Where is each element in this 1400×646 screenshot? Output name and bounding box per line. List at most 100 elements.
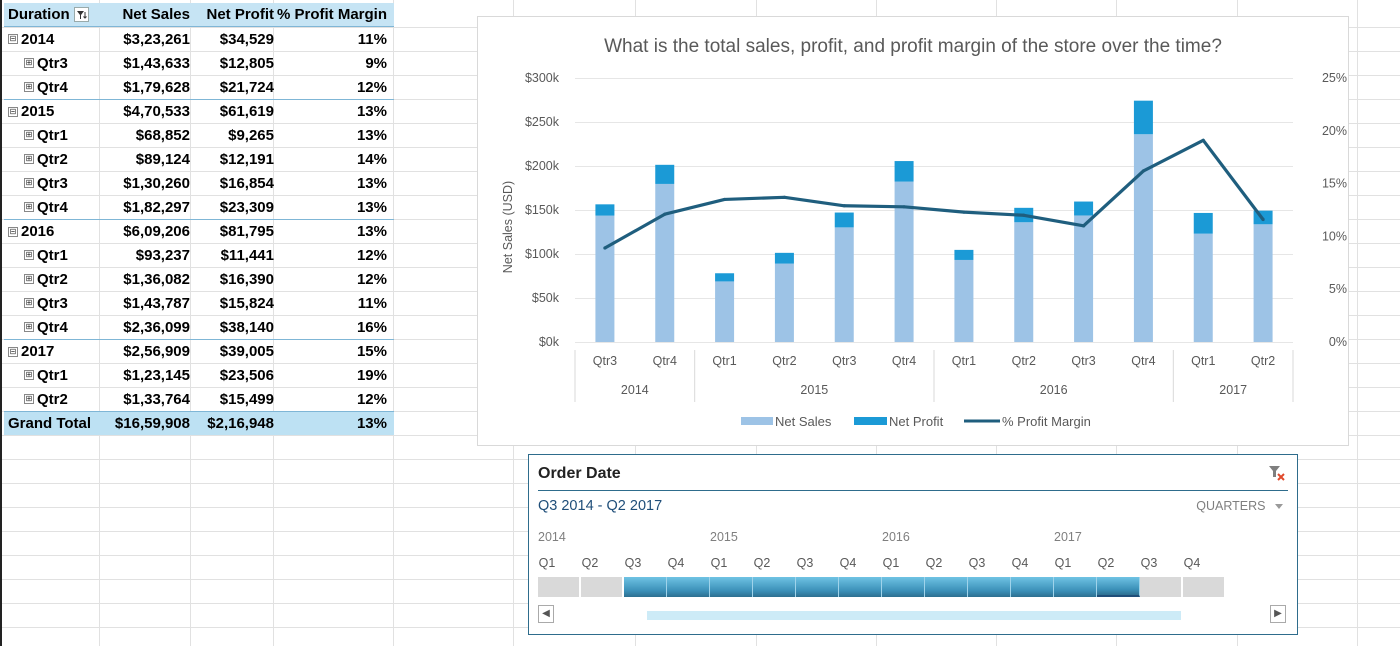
expand-icon[interactable]: ⊞	[24, 178, 34, 188]
combo-chart[interactable]: What is the total sales, profit, and pro…	[477, 16, 1349, 446]
profit-margin-cell: 19%	[356, 366, 387, 384]
duration-label: Qtr1	[37, 366, 68, 384]
order-date-timeline[interactable]: Order Date Q3 2014 - Q2 2017 QUARTERS ◀ …	[528, 454, 1298, 635]
profit-margin-point	[1022, 213, 1026, 217]
timeline-header-rule	[538, 490, 1288, 491]
timeline-period-selected[interactable]	[667, 577, 710, 597]
collapse-icon[interactable]: ⊟	[8, 226, 18, 237]
pivot-year-row: ⊟ 2015 $4,70,533 $61,619 13%	[4, 99, 394, 123]
collapse-icon[interactable]: ⊟	[8, 34, 18, 44]
collapse-icon[interactable]: ⊟	[8, 346, 18, 357]
duration-label: Qtr3	[37, 294, 68, 312]
pivot-table: Duration Net Sales Net Profit % Profit M…	[4, 3, 394, 435]
scroll-right-icon: ▶	[1274, 608, 1282, 619]
y-tick-label: $200k	[525, 159, 560, 173]
profit-margin-cell: 16%	[356, 318, 387, 336]
timeline-quarter-label: Q2	[925, 556, 943, 570]
y-tick-label: $0k	[539, 335, 560, 349]
expand-icon[interactable]: ⊞	[24, 370, 34, 380]
legend-swatch	[964, 419, 1000, 423]
duration-label: Qtr4	[37, 78, 68, 96]
year-group-label: 2016	[1040, 383, 1068, 397]
duration-cell: ⊞ Qtr4	[4, 319, 100, 336]
x-tick-label: Qtr4	[653, 354, 677, 368]
expand-icon[interactable]: ⊞	[24, 298, 34, 308]
clear-filter-button[interactable]	[1267, 463, 1287, 483]
timeline-period-selected[interactable]	[796, 577, 839, 597]
timeline-period-selected[interactable]	[925, 577, 968, 597]
duration-label: Qtr3	[37, 54, 68, 72]
net-profit-cell: $12,805	[219, 54, 274, 72]
timeline-scroll-right-button[interactable]: ▶	[1270, 605, 1286, 623]
grand-total-label: Grand Total	[8, 415, 92, 432]
duration-cell: ⊞ Qtr4	[4, 199, 100, 216]
timeline-range-label: Q3 2014 - Q2 2017	[538, 498, 663, 514]
y2-tick-label: 10%	[1322, 229, 1347, 243]
net-sales-bar	[655, 183, 675, 342]
net-profit-cell: $39,005	[219, 343, 274, 360]
timeline-period-selected[interactable]	[1097, 577, 1140, 597]
timeline-quarter-label: Q1	[1054, 556, 1072, 570]
duration-header-label: Duration	[8, 6, 70, 23]
timeline-period[interactable]	[581, 577, 624, 597]
duration-label: Qtr4	[37, 198, 68, 216]
duration-label: Qtr1	[37, 246, 68, 264]
grand-total-margin: 13%	[356, 415, 387, 432]
net-profit-cell: $81,795	[219, 223, 274, 240]
expand-icon[interactable]: ⊞	[24, 274, 34, 284]
timeline-quarter-label: Q4	[1011, 556, 1029, 570]
timeline-period-selected[interactable]	[968, 577, 1011, 597]
net-sales-bar	[774, 263, 794, 342]
duration-cell: ⊞ Qtr1	[4, 367, 100, 384]
chart-canvas: What is the total sales, profit, and pro…	[501, 36, 1347, 429]
pivot-quarter-row: ⊞ Qtr4 $1,82,297 $23,309 13%	[4, 195, 394, 219]
duration-label: 2014	[21, 30, 55, 48]
y2-tick-label: 5%	[1329, 282, 1347, 296]
net-sales-cell: $1,36,082	[123, 270, 190, 288]
timeline-period[interactable]	[538, 577, 581, 597]
grand-total-net-sales: $16,59,908	[114, 415, 190, 432]
pivot-year-row: ⊟ 2016 $6,09,206 $81,795 13%	[4, 219, 394, 243]
collapse-icon[interactable]: ⊟	[8, 106, 18, 117]
timeline-period-selected[interactable]	[839, 577, 882, 597]
profit-margin-point	[1201, 138, 1205, 142]
timeline-period-selected[interactable]	[882, 577, 925, 597]
duration-cell: ⊞ Qtr2	[4, 151, 100, 168]
timeline-period-selected[interactable]	[624, 577, 667, 597]
duration-cell: ⊞ Qtr3	[4, 55, 100, 72]
scroll-left-icon: ◀	[542, 608, 550, 619]
x-tick-label: Qtr3	[1071, 354, 1095, 368]
timeline-period-selected[interactable]	[1054, 577, 1097, 597]
chart-title: What is the total sales, profit, and pro…	[604, 36, 1222, 57]
timeline-period-selected[interactable]	[710, 577, 753, 597]
net-profit-cell: $12,191	[219, 150, 274, 168]
timeline-scroll-left-button[interactable]: ◀	[538, 605, 554, 623]
timeline-period-selected[interactable]	[753, 577, 796, 597]
net-profit-bar	[954, 249, 974, 260]
profit-margin-cell: 9%	[365, 54, 387, 72]
expand-icon[interactable]: ⊞	[24, 154, 34, 164]
pivot-year-row: ⊟ 2017 $2,56,909 $39,005 15%	[4, 339, 394, 363]
timeline-period-selected[interactable]	[1011, 577, 1054, 597]
expand-icon[interactable]: ⊞	[24, 130, 34, 140]
expand-icon[interactable]: ⊞	[24, 394, 34, 404]
expand-icon[interactable]: ⊞	[24, 322, 34, 332]
expand-icon[interactable]: ⊞	[24, 250, 34, 260]
net-profit-bar	[595, 204, 615, 216]
expand-icon[interactable]: ⊞	[24, 58, 34, 68]
timeline-period[interactable]	[1183, 577, 1226, 597]
timeline-period[interactable]	[1140, 577, 1183, 597]
profit-margin-cell: 13%	[356, 223, 387, 240]
profit-margin-cell: 11%	[357, 30, 387, 48]
pivot-quarter-row: ⊞ Qtr2 $89,124 $12,191 14%	[4, 147, 394, 171]
row-filter-button[interactable]	[73, 7, 89, 22]
time-level-dropdown[interactable]: QUARTERS	[1196, 499, 1283, 513]
net-sales-bar	[1193, 233, 1213, 342]
expand-icon[interactable]: ⊞	[24, 82, 34, 92]
timeline-scrollbar[interactable]	[647, 611, 1181, 620]
year-group-label: 2014	[621, 383, 649, 397]
net-profit-cell: $23,309	[219, 198, 274, 216]
pivot-quarter-row: ⊞ Qtr2 $1,36,082 $16,390 12%	[4, 267, 394, 291]
y-tick-label: $150k	[525, 203, 560, 217]
expand-icon[interactable]: ⊞	[24, 202, 34, 212]
